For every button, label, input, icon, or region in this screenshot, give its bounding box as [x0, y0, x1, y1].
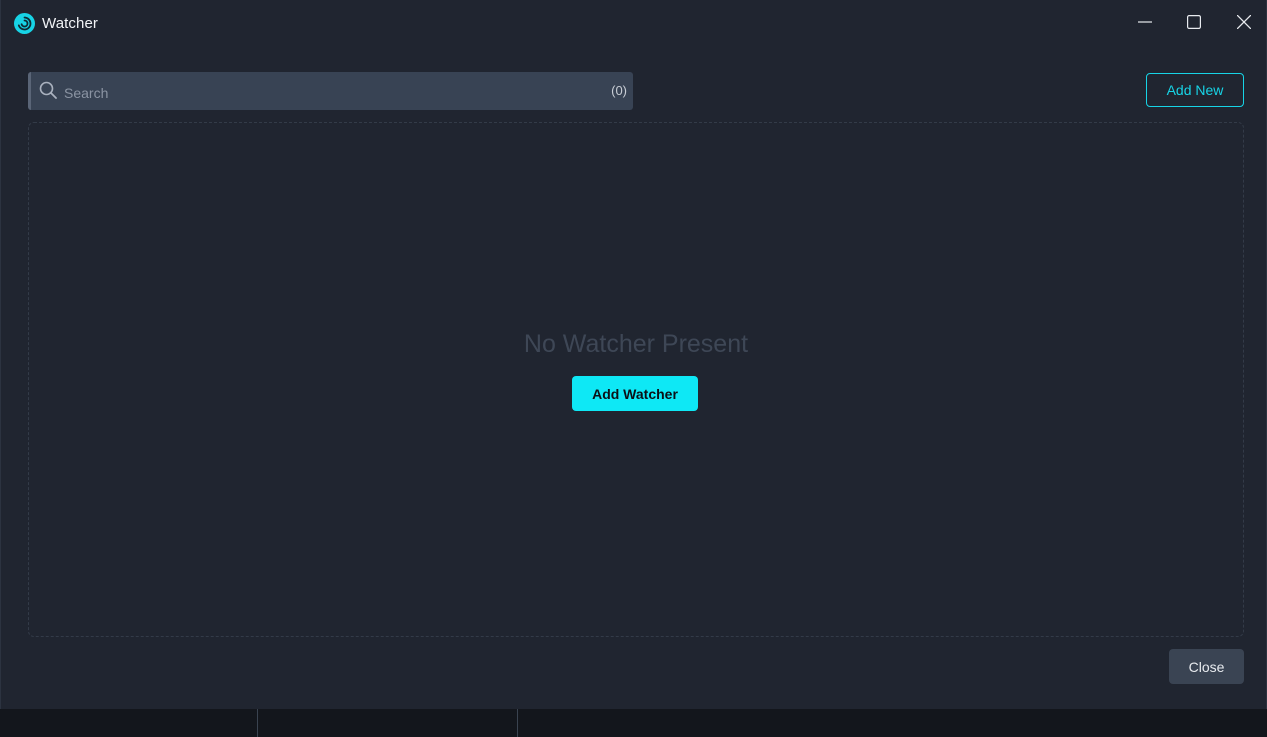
maximize-button[interactable] — [1177, 8, 1211, 40]
app-logo-icon — [14, 13, 35, 34]
strip-divider — [257, 709, 258, 737]
watcher-list-panel: No Watcher Present Add Watcher — [28, 122, 1244, 637]
empty-state-message: No Watcher Present — [523, 330, 749, 358]
strip-divider — [517, 709, 518, 737]
add-new-button[interactable]: Add New — [1146, 73, 1244, 107]
minimize-icon — [1138, 15, 1152, 34]
close-button[interactable]: Close — [1169, 649, 1244, 684]
maximize-icon — [1187, 14, 1202, 34]
search-input[interactable] — [62, 80, 586, 106]
search-icon — [39, 81, 57, 99]
close-window-button[interactable] — [1227, 8, 1261, 40]
add-watcher-button[interactable]: Add Watcher — [572, 376, 698, 411]
title-bar: Watcher — [1, 0, 1266, 48]
window-title: Watcher — [42, 15, 98, 32]
minimize-button[interactable] — [1128, 8, 1162, 40]
bottom-strip — [0, 709, 1267, 737]
search-result-count: (0) — [611, 83, 627, 98]
watcher-window: Watcher (0) Add New No Watch — [0, 0, 1267, 709]
search-bar: (0) — [28, 72, 633, 110]
close-icon — [1236, 14, 1252, 34]
